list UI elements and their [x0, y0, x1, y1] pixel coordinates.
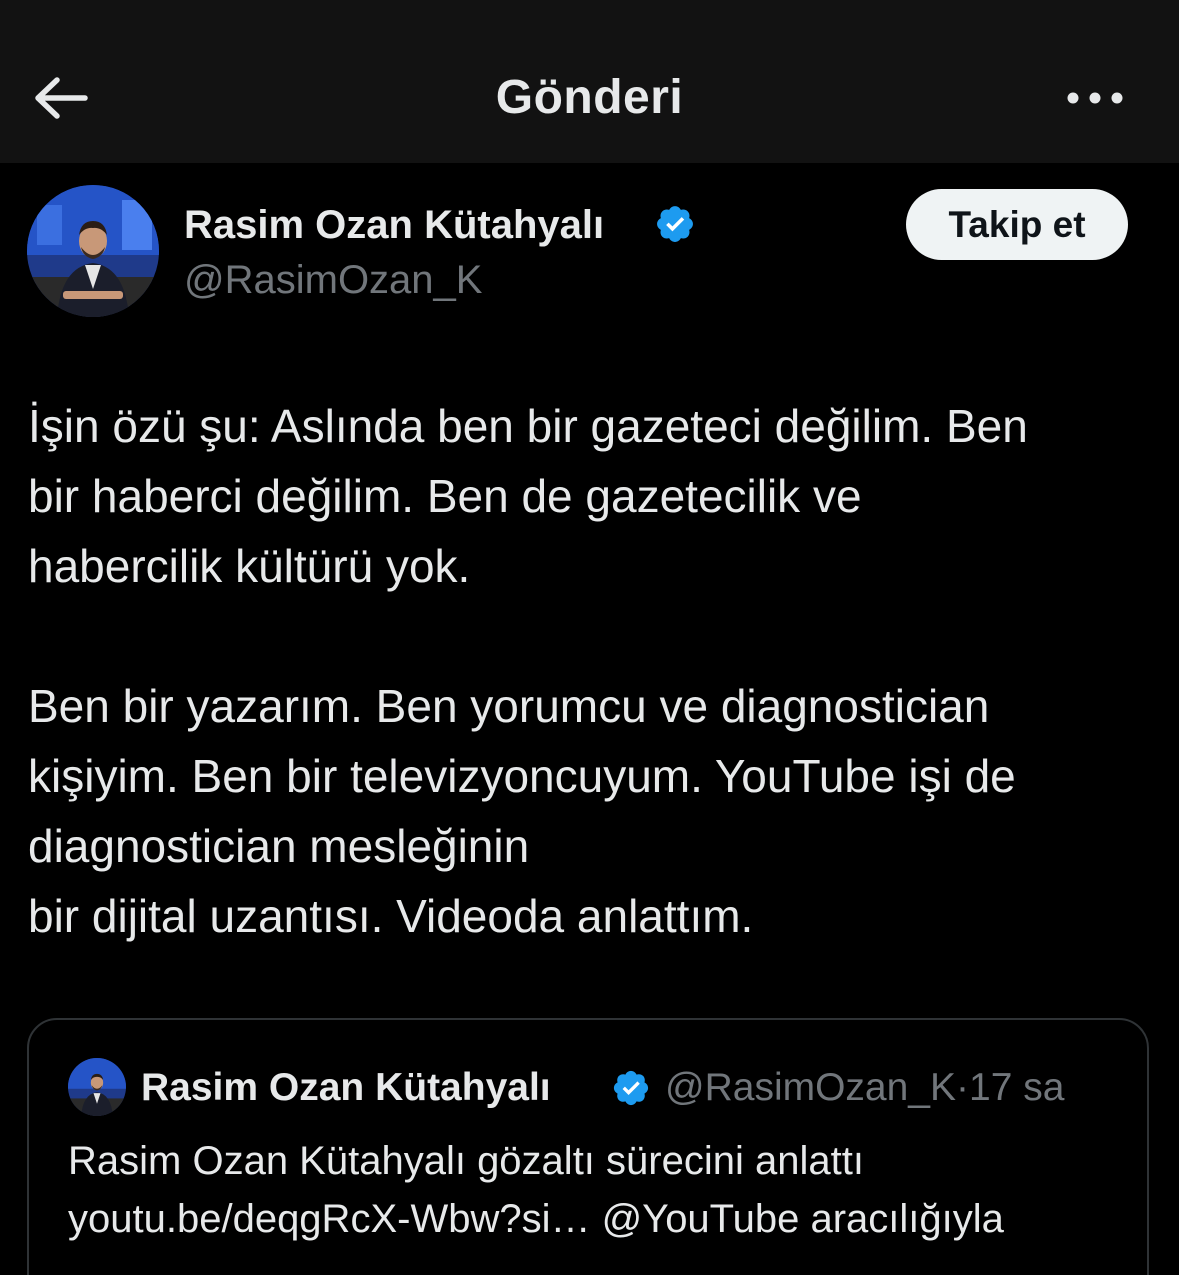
post-text: İşin özü şu: Aslında ben bir gazeteci de…	[28, 391, 1158, 951]
author-avatar[interactable]	[27, 185, 159, 317]
follow-button[interactable]: Takip et	[906, 189, 1128, 260]
verified-badge-icon	[657, 206, 693, 242]
quoted-post-time: 17 sa	[969, 1066, 1065, 1109]
page-title: Gönderi	[495, 71, 684, 124]
post-text-line: bir dijital uzantısı. Videoda anlattım.	[28, 890, 754, 942]
author-name[interactable]: Rasim Ozan Kütahyalı	[184, 200, 604, 250]
post-text-line: İşin özü şu: Aslında ben bir gazeteci de…	[28, 400, 1028, 452]
author-handle[interactable]: @RasimOzan_K	[184, 255, 482, 305]
meta-separator: ·	[956, 1066, 970, 1109]
quoted-post[interactable]: Rasim Ozan Kütahyalı @RasimOzan_K·17 sa …	[27, 1018, 1149, 1275]
post-text-line: diagnostician mesleğinin	[28, 820, 530, 872]
post-text-line: bir haberci değilim. Ben de gazetecilik …	[28, 470, 862, 522]
post-text-line: kişiyim. Ben bir televizyoncuyum. YouTub…	[28, 750, 1016, 802]
more-horizontal-icon	[1067, 92, 1123, 104]
quoted-post-text: Rasim Ozan Kütahyalı gözaltı sürecini an…	[68, 1132, 1138, 1248]
top-bar: Gönderi	[0, 0, 1179, 163]
quoted-text-line: youtu.be/deqgRcX-Wbw?si… @YouTube aracıl…	[68, 1197, 1004, 1241]
quoted-author-meta: @RasimOzan_K·17 sa	[665, 1063, 1064, 1113]
quoted-author-name: Rasim Ozan Kütahyalı	[141, 1066, 551, 1109]
quoted-author-avatar[interactable]	[68, 1058, 126, 1116]
post-text-line: habercilik kültürü yok.	[28, 540, 471, 592]
post-text-line: Ben bir yazarım. Ben yorumcu ve diagnost…	[28, 680, 990, 732]
more-options-button[interactable]	[1060, 80, 1130, 116]
quoted-text-line: Rasim Ozan Kütahyalı gözaltı sürecini an…	[68, 1139, 864, 1183]
verified-badge-icon	[613, 1070, 649, 1106]
quoted-author-handle: @RasimOzan_K	[665, 1066, 957, 1109]
